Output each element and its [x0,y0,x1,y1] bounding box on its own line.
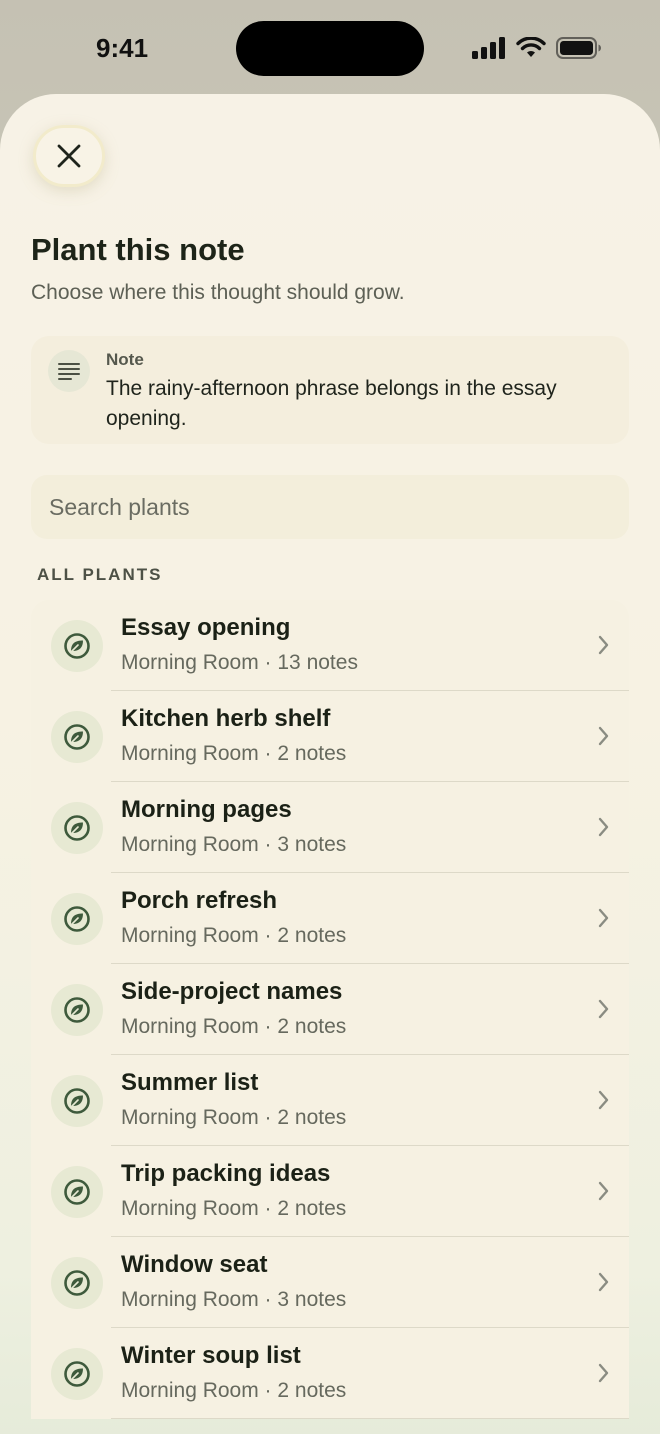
plant-icon-badge [51,1166,103,1218]
plant-picker-sheet: Plant this note Choose where this though… [0,94,660,1434]
plant-icon-badge [51,1257,103,1309]
note-text: The rainy-afternoon phrase belongs in th… [106,377,557,430]
leaf-icon [64,997,90,1023]
sheet-title: Plant this note [31,232,245,267]
plant-row-1[interactable]: Kitchen herb shelf Morning Room · 2 note… [31,691,629,782]
plant-row-2[interactable]: Morning pages Morning Room · 3 notes [31,782,629,873]
plant-name: Summer list [121,1069,259,1096]
battery-icon [556,37,601,59]
search-plants-input[interactable] [31,475,629,539]
plant-icon-badge [51,893,103,945]
plant-row-6[interactable]: Trip packing ideas Morning Room · 2 note… [31,1146,629,1237]
wifi-icon [516,37,546,57]
plant-meta: Morning Room · 3 notes [121,833,347,856]
plant-row-0[interactable]: Essay opening Morning Room · 13 notes [31,600,629,691]
leaf-icon [64,1088,90,1114]
plant-name: Winter soup list [121,1342,301,1369]
status-time: 9:41 [96,33,149,63]
plant-name: Side-project names [121,978,343,1005]
plant-meta: Morning Room · 2 notes [121,1379,347,1402]
note-lines-icon [58,363,80,380]
plant-row-7[interactable]: Window seat Morning Room · 3 notes [31,1237,629,1328]
plant-meta: Morning Room · 2 notes [121,742,347,765]
status-icons [472,34,602,62]
screen: 9:41 Plant this note Choose where this t… [0,0,660,1434]
leaf-icon [64,1361,90,1387]
leaf-icon [64,906,90,932]
plant-list: Essay opening Morning Room · 13 notes Ki… [31,600,629,1419]
plant-icon-badge [51,620,103,672]
plant-name: Porch refresh [121,887,278,914]
note-preview-card: Note The rainy-afternoon phrase belongs … [31,336,629,444]
plant-row-4[interactable]: Side-project names Morning Room · 2 note… [31,964,629,1055]
plant-name: Trip packing ideas [121,1160,331,1187]
plant-meta: Morning Room · 3 notes [121,1288,347,1311]
plant-meta: Morning Room · 2 notes [121,1197,347,1220]
leaf-icon [64,1270,90,1296]
plant-icon-badge [51,1075,103,1127]
chevron-right-icon [598,817,609,837]
chevron-right-icon [598,1363,609,1383]
plant-row-3[interactable]: Porch refresh Morning Room · 2 notes [31,873,629,964]
plant-row-5[interactable]: Summer list Morning Room · 2 notes [31,1055,629,1146]
plant-meta: Morning Room · 13 notes [121,651,358,674]
sheet-subtitle: Choose where this thought should grow. [31,281,405,304]
plant-icon-badge [51,802,103,854]
dynamic-island [236,21,424,76]
leaf-icon [64,1179,90,1205]
leaf-icon [64,815,90,841]
cellular-signal-icon [472,37,505,59]
plant-name: Window seat [121,1251,268,1278]
leaf-icon [64,633,90,659]
plant-meta: Morning Room · 2 notes [121,924,347,947]
plant-row-8[interactable]: Winter soup list Morning Room · 2 notes [31,1328,629,1419]
close-icon [57,144,81,168]
chevron-right-icon [598,1272,609,1292]
note-icon-badge [48,350,90,392]
chevron-right-icon [598,1181,609,1201]
plant-meta: Morning Room · 2 notes [121,1015,347,1038]
chevron-right-icon [598,1090,609,1110]
note-label: Note [106,350,144,369]
plant-name: Morning pages [121,796,292,823]
plant-name: Kitchen herb shelf [121,705,331,732]
plant-icon-badge [51,711,103,763]
plant-meta: Morning Room · 2 notes [121,1106,347,1129]
plant-icon-badge [51,984,103,1036]
close-button[interactable] [33,125,105,187]
plant-name: Essay opening [121,614,291,641]
leaf-icon [64,724,90,750]
row-divider [111,1418,629,1419]
chevron-right-icon [598,999,609,1019]
plant-icon-badge [51,1348,103,1400]
chevron-right-icon [598,726,609,746]
chevron-right-icon [598,908,609,928]
chevron-right-icon [598,635,609,655]
section-header-all-plants: ALL PLANTS [37,565,163,584]
status-bar: 9:41 [0,0,660,96]
